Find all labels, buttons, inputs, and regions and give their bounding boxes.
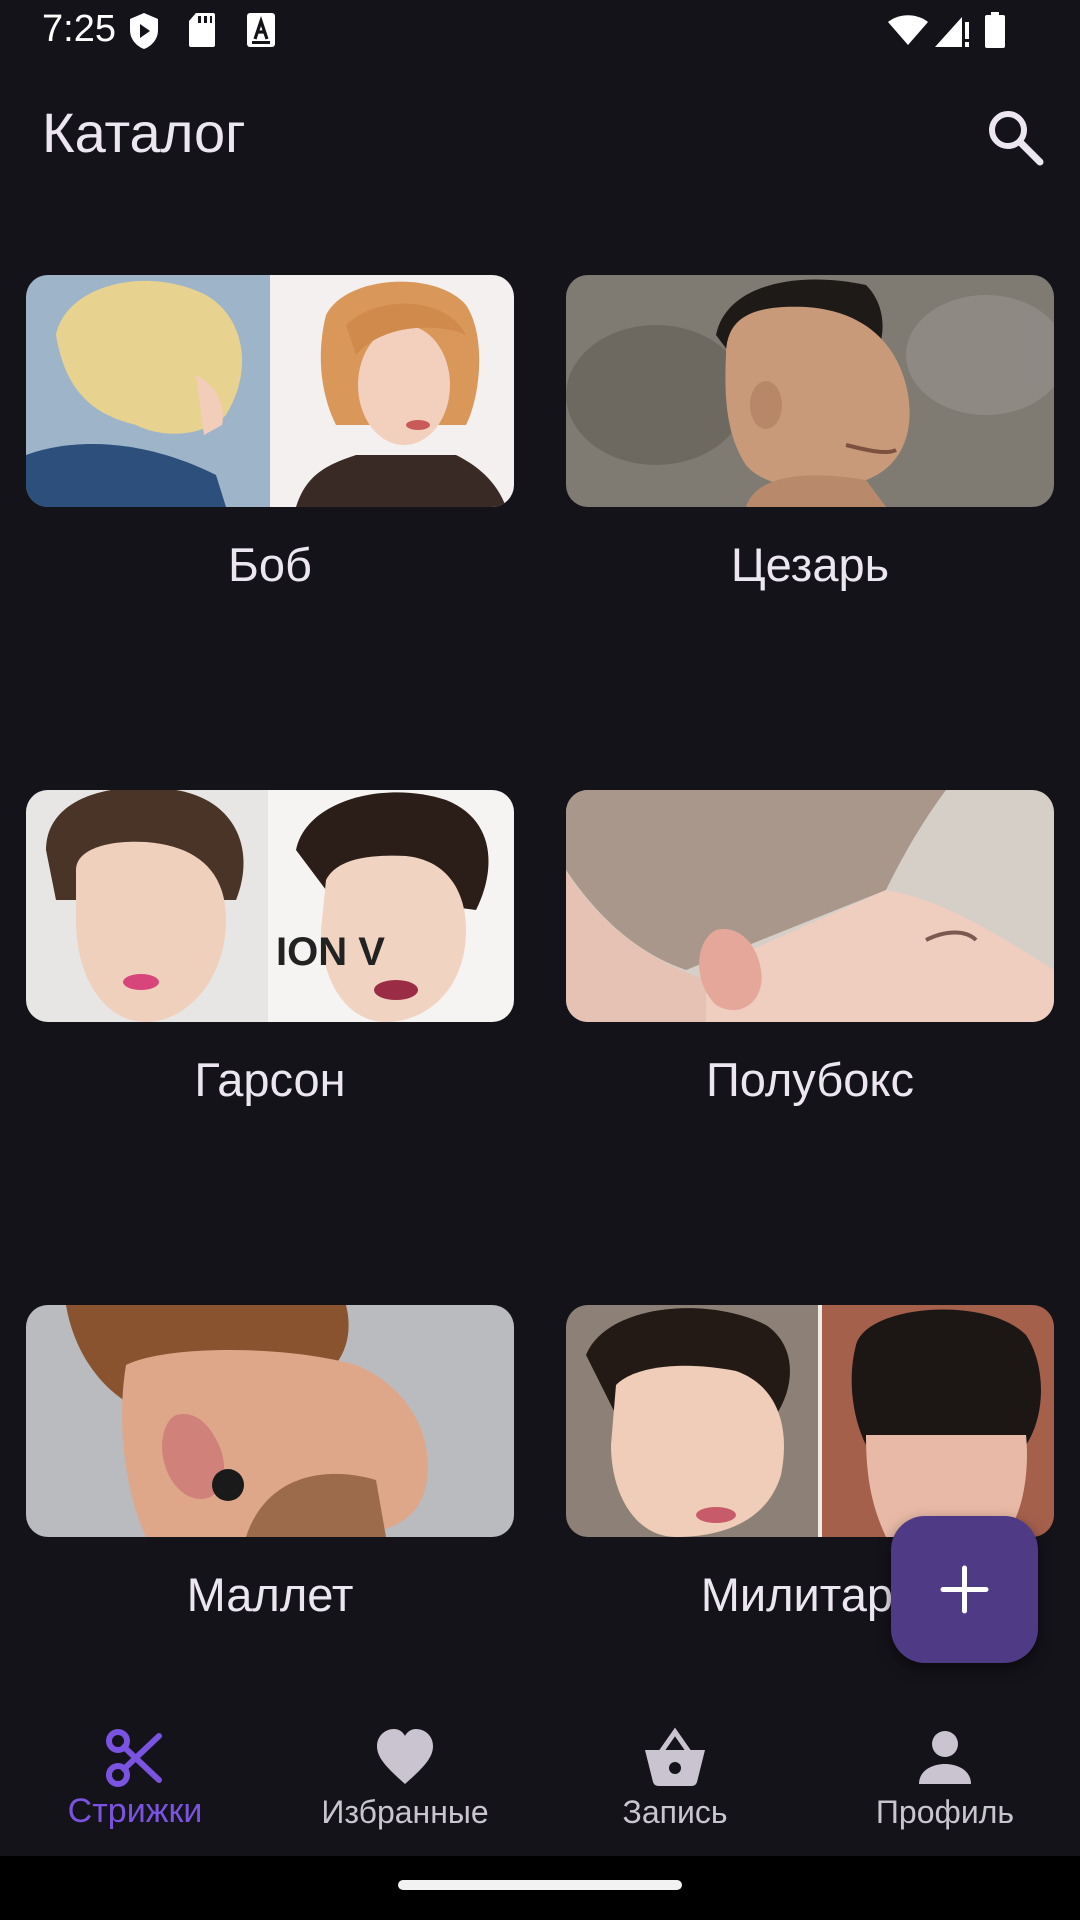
catalog-item-label: Боб xyxy=(228,538,312,591)
add-button[interactable] xyxy=(891,1516,1038,1663)
catalog-item-garcon[interactable]: ION V Гарсон xyxy=(26,790,514,1290)
mullet-haircut-photo xyxy=(26,1305,514,1537)
bottom-navigation: Стрижки Избранные Запись Профиль xyxy=(0,1686,1080,1856)
bob-haircut-photo xyxy=(26,275,514,507)
sd-card-icon xyxy=(188,12,216,53)
catalog-item-caesar[interactable]: Цезарь xyxy=(566,275,1054,775)
catalog-item-label: Полубокс xyxy=(706,1053,914,1106)
nav-item-favorites[interactable]: Избранные xyxy=(270,1686,540,1856)
nav-item-profile[interactable]: Профиль xyxy=(810,1686,1080,1856)
scissors-icon xyxy=(106,1729,162,1787)
person-icon xyxy=(919,1731,971,1784)
catalog-item-label: Гарсон xyxy=(194,1053,346,1106)
caesar-haircut-photo xyxy=(566,275,1054,507)
catalog-item-label: Цезарь xyxy=(730,538,890,591)
heart-icon xyxy=(377,1729,433,1784)
text-a-icon xyxy=(246,12,276,53)
nav-label: Стрижки xyxy=(67,1792,203,1830)
page-title: Каталог xyxy=(42,101,246,164)
catalog-item-bob[interactable]: Боб xyxy=(26,275,514,775)
nav-label: Профиль xyxy=(875,1794,1015,1830)
status-time: 7:25 xyxy=(42,8,116,50)
search-button[interactable] xyxy=(984,106,1048,170)
nav-item-haircuts[interactable]: Стрижки xyxy=(0,1686,270,1856)
battery-icon xyxy=(984,12,1006,53)
search-icon xyxy=(989,111,1044,166)
catalog-item-label: Маллет xyxy=(186,1568,354,1621)
shield-play-icon xyxy=(128,12,160,55)
wifi-icon xyxy=(888,14,928,51)
garcon-haircut-photo: ION V xyxy=(26,790,514,1022)
military-haircut-photo xyxy=(566,1305,1054,1537)
signal-icon xyxy=(934,14,970,53)
polubox-haircut-photo xyxy=(566,790,1054,1022)
plus-icon xyxy=(940,1565,989,1614)
home-gesture-handle[interactable] xyxy=(398,1880,682,1890)
nav-label: Избранные xyxy=(321,1794,489,1830)
catalog-item-polubox[interactable]: Полубокс xyxy=(566,790,1054,1290)
nav-label: Запись xyxy=(622,1794,728,1830)
background-logo-text: ION V xyxy=(276,930,385,974)
status-bar: 7:25 xyxy=(0,0,1080,62)
basket-icon xyxy=(645,1727,705,1786)
nav-item-booking[interactable]: Запись xyxy=(540,1686,810,1856)
